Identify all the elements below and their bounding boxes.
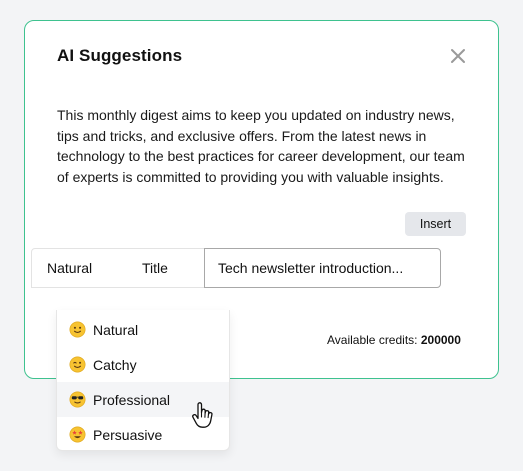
suggestion-text: This monthly digest aims to keep you upd…: [57, 107, 465, 185]
tone-select[interactable]: Natural: [31, 248, 118, 288]
tone-option-label: Persuasive: [93, 426, 163, 443]
tone-option-natural[interactable]: Natural: [57, 312, 229, 347]
prompt-input[interactable]: Tech newsletter introduction...: [204, 248, 441, 288]
winking-face-icon: [69, 356, 86, 373]
insert-button[interactable]: Insert: [405, 212, 466, 236]
slightly-smiling-face-icon: [69, 321, 86, 338]
available-credits: Available credits: 200000: [327, 333, 461, 347]
panel-title: AI Suggestions: [57, 46, 183, 65]
sunglasses-face-icon: [69, 391, 86, 408]
credits-label: Available credits:: [327, 333, 418, 347]
tone-option-label: Natural: [93, 321, 139, 338]
star-struck-face-icon: [69, 426, 86, 443]
close-button[interactable]: [447, 45, 469, 67]
tone-option-professional[interactable]: Professional: [57, 382, 229, 417]
credits-value: 200000: [420, 333, 461, 347]
tone-option-label: Professional: [93, 391, 171, 408]
close-icon: [451, 49, 465, 63]
tone-option-persuasive[interactable]: Persuasive: [57, 417, 229, 450]
tone-option-catchy[interactable]: Catchy: [57, 347, 229, 382]
screen: AI Suggestions This monthly digest aims …: [0, 0, 523, 471]
tone-option-label: Catchy: [93, 356, 137, 373]
tone-dropdown: Natural Catchy Professional Persuasive: [56, 310, 230, 451]
content-type-select[interactable]: Title: [117, 248, 205, 288]
